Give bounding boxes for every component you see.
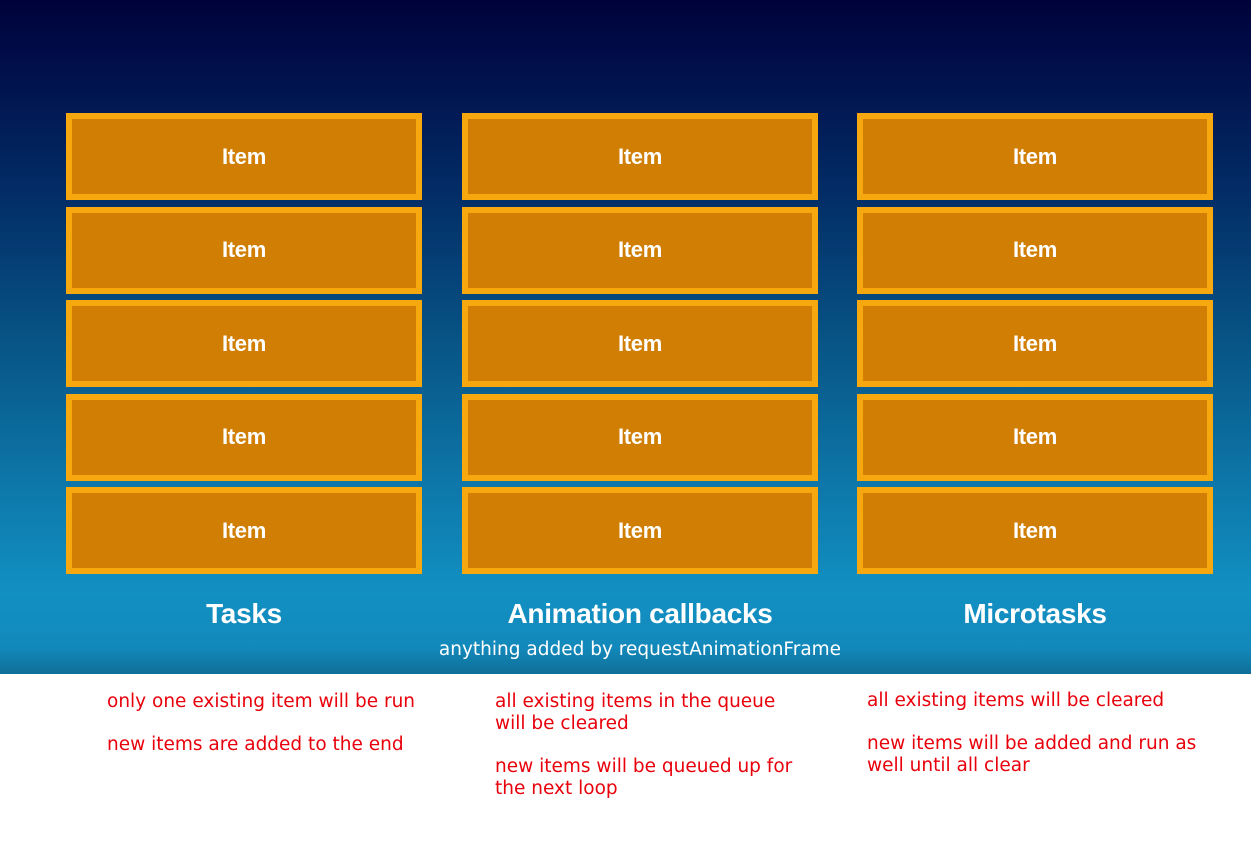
note-text: new items will be added and run as well … [867, 733, 1197, 776]
animation-callbacks-title: Animation callbacks [507, 598, 773, 629]
queue-item: Item [66, 300, 422, 387]
queue-item: Item [66, 206, 422, 294]
microtasks-title: Microtasks [963, 598, 1107, 629]
queue-item: Item [462, 300, 818, 387]
queue-item: Item [462, 113, 818, 200]
microtasks-queue: Item Item Item Item Item [857, 113, 1213, 581]
tasks-title: Tasks [206, 598, 282, 629]
queue-item: Item [857, 487, 1213, 574]
note-text: only one existing item will be run [107, 691, 416, 712]
tasks-queue: Item Item Item Item Item [66, 113, 422, 581]
queue-item: Item [857, 113, 1213, 200]
queue-item: Item [857, 206, 1213, 294]
microtasks-notes: all existing items will be cleared new i… [867, 690, 1237, 798]
note-text: new items will be queued up for the next… [495, 756, 793, 799]
queue-item: Item [857, 300, 1213, 387]
queue-item: Item [462, 206, 818, 294]
queue-item: Item [462, 487, 818, 574]
animation-callbacks-subtitle: anything added by requestAnimationFrame [438, 639, 842, 660]
tasks-notes: only one existing item will be run new i… [107, 691, 447, 777]
queue-item: Item [66, 393, 422, 481]
note-text: new items are added to the end [107, 734, 404, 755]
queue-item: Item [66, 113, 422, 200]
note-text: all existing items will be cleared [867, 690, 1165, 711]
queue-item: Item [857, 393, 1213, 481]
diagram-stage: Item Item Item Item Item Item Item Item … [0, 0, 1251, 674]
queue-item: Item [462, 393, 818, 481]
queue-item: Item [66, 487, 422, 574]
animation-callbacks-notes: all existing items in the queue will be … [495, 691, 795, 821]
note-text: all existing items in the queue will be … [495, 691, 776, 734]
animation-callbacks-queue: Item Item Item Item Item [462, 113, 818, 581]
